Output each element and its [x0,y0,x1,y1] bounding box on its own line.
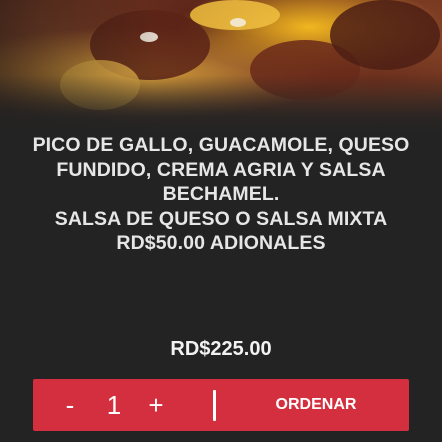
increase-quantity-button[interactable]: + [141,379,171,431]
quantity-value: 1 [106,389,122,420]
product-price: RD$225.00 [170,338,272,360]
image-fade [0,75,442,135]
order-button[interactable]: ORDENAR [249,379,383,431]
description-line: RD$50.00 ADIONALES [116,232,326,254]
order-bar: - 1 + ORDENAR [33,379,409,431]
product-description: PICO DE GALLO, GUACAMOLE, QUESO FUNDIDO,… [20,133,422,256]
description-line: SALSA DE QUESO O SALSA MIXTA [54,207,388,230]
description-line: PICO DE GALLO, GUACAMOLE, QUESO [32,134,410,156]
decrease-quantity-button[interactable]: - [55,379,85,431]
description-line: BECHAMEL. [162,183,280,205]
description-line: FUNDIDO, CREMA AGRIA Y SALSA [56,158,386,181]
product-image [0,0,442,135]
bar-divider [213,390,216,421]
